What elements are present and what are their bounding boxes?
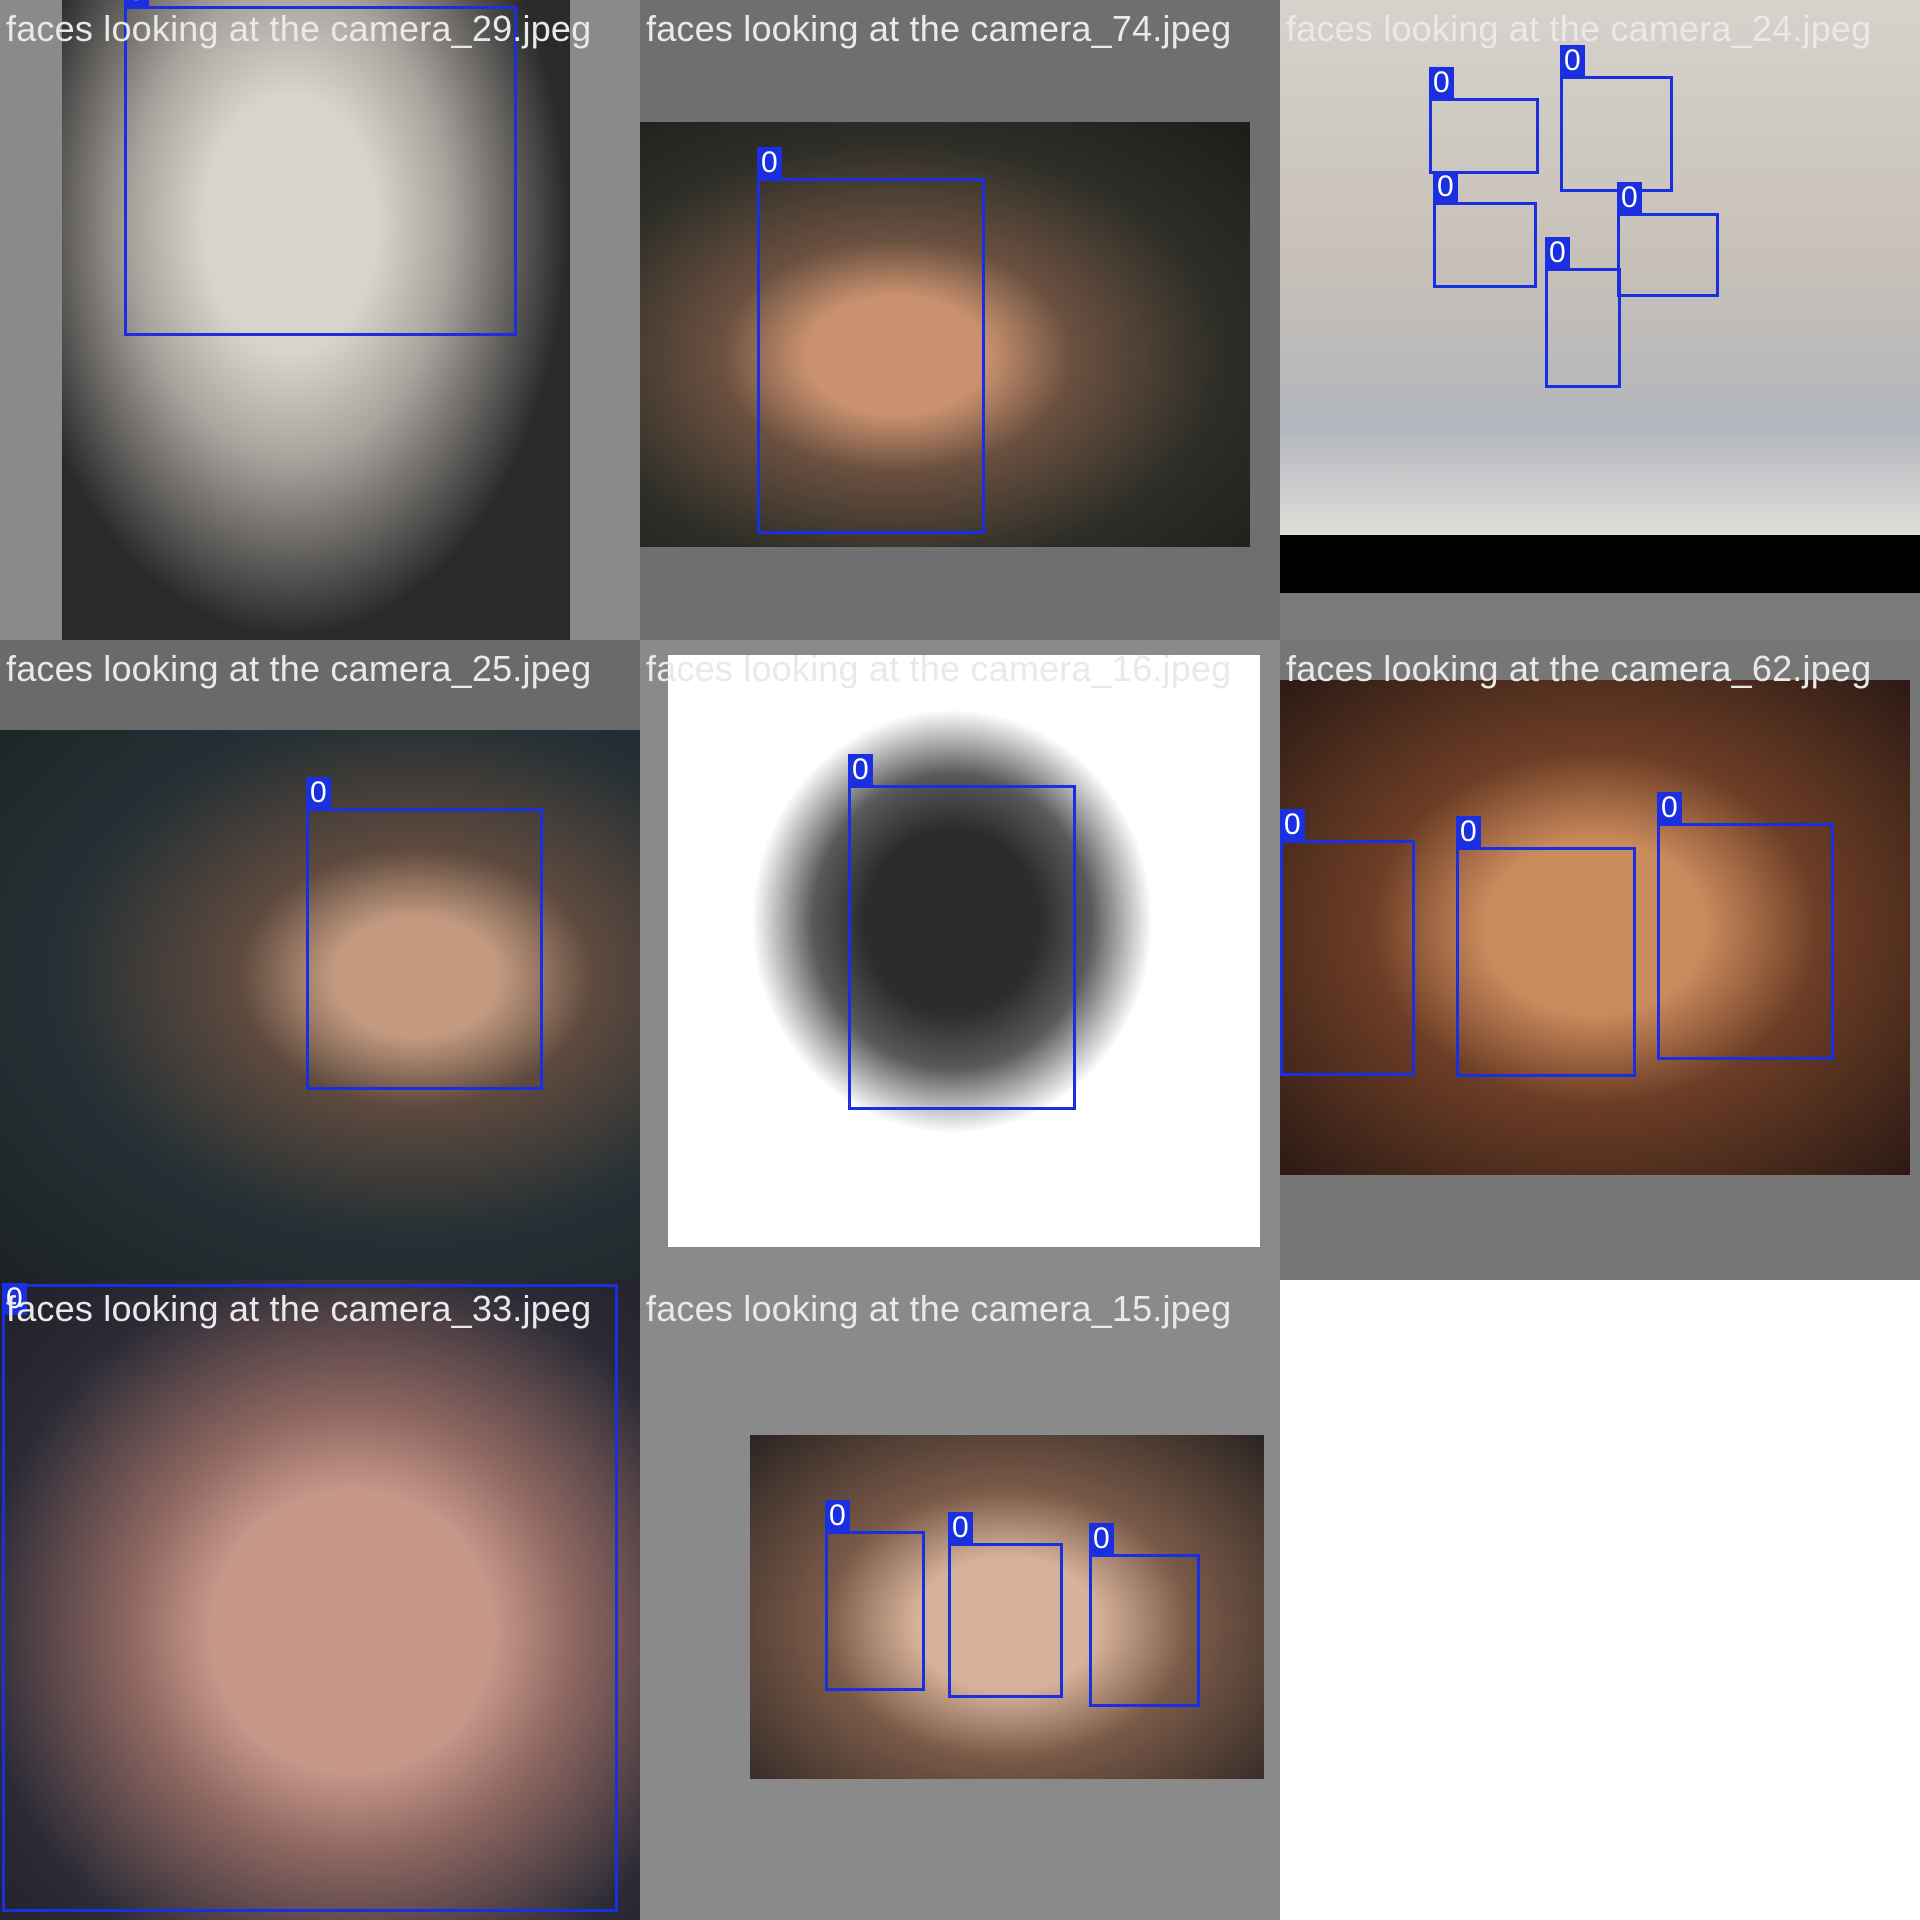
detection-box: 0 — [948, 1512, 1063, 1698]
class-label: 0 — [1089, 1523, 1114, 1555]
class-label: 0 — [1545, 237, 1570, 269]
detection-box: 0 — [1545, 237, 1621, 388]
class-label: 0 — [848, 754, 873, 786]
class-label: 0 — [948, 1512, 973, 1544]
detection-box: 0 — [757, 147, 985, 534]
image-caption: faces looking at the camera_62.jpeg — [1286, 648, 1872, 689]
class-label: 0 — [1657, 792, 1682, 824]
tile-33: 0 faces looking at the camera_33.jpeg — [0, 1280, 640, 1920]
image-caption: faces looking at the camera_29.jpeg — [6, 8, 592, 49]
detection-box: 0 — [306, 777, 543, 1090]
image-caption: faces looking at the camera_74.jpeg — [646, 8, 1232, 49]
detection-box: 0 — [1657, 792, 1834, 1060]
detection-box: 0 — [124, 0, 517, 336]
class-label: 0 — [757, 147, 782, 179]
detection-box: 0 — [1617, 182, 1719, 297]
class-label: 0 — [1617, 182, 1642, 214]
image-caption: faces looking at the camera_25.jpeg — [6, 648, 592, 689]
image-caption: faces looking at the camera_15.jpeg — [646, 1288, 1232, 1329]
detection-box: 0 — [825, 1500, 925, 1691]
tile-16: 0 faces looking at the camera_16.jpeg — [640, 640, 1280, 1280]
detection-box: 0 — [1089, 1523, 1200, 1707]
class-label: 0 — [825, 1500, 850, 1532]
image-caption: faces looking at the camera_24.jpeg — [1286, 8, 1872, 49]
class-label: 0 — [1456, 816, 1481, 848]
detection-box: 0 — [848, 754, 1076, 1110]
tile-25: 0 faces looking at the camera_25.jpeg — [0, 640, 640, 1280]
detection-box: 0 — [1280, 809, 1415, 1076]
class-label: 0 — [1280, 809, 1305, 841]
class-label: 0 — [1433, 171, 1458, 203]
detection-box: 0 — [1456, 816, 1636, 1077]
tile-24: ymal 0 0 0 0 0 faces looking at the came… — [1280, 0, 1920, 640]
watermark-bar: ymal — [1280, 535, 1920, 593]
class-label: 0 — [124, 0, 149, 7]
image-grid: 0 faces looking at the camera_29.jpeg 0 … — [0, 0, 1920, 1920]
tile-15: 0 0 0 faces looking at the camera_15.jpe… — [640, 1280, 1280, 1920]
tile-74: 0 faces looking at the camera_74.jpeg — [640, 0, 1280, 640]
tile-62: 0 0 0 faces looking at the camera_62.jpe… — [1280, 640, 1920, 1280]
detection-box: 0 — [1560, 45, 1673, 192]
detection-box: 0 — [1433, 171, 1537, 288]
class-label: 0 — [1429, 67, 1454, 99]
image-caption: faces looking at the camera_16.jpeg — [646, 648, 1232, 689]
detection-box: 0 — [1429, 67, 1539, 174]
class-label: 0 — [306, 777, 331, 809]
detection-box: 0 — [2, 1283, 618, 1912]
tile-29: 0 faces looking at the camera_29.jpeg — [0, 0, 640, 640]
image-caption: faces looking at the camera_33.jpeg — [6, 1288, 592, 1329]
